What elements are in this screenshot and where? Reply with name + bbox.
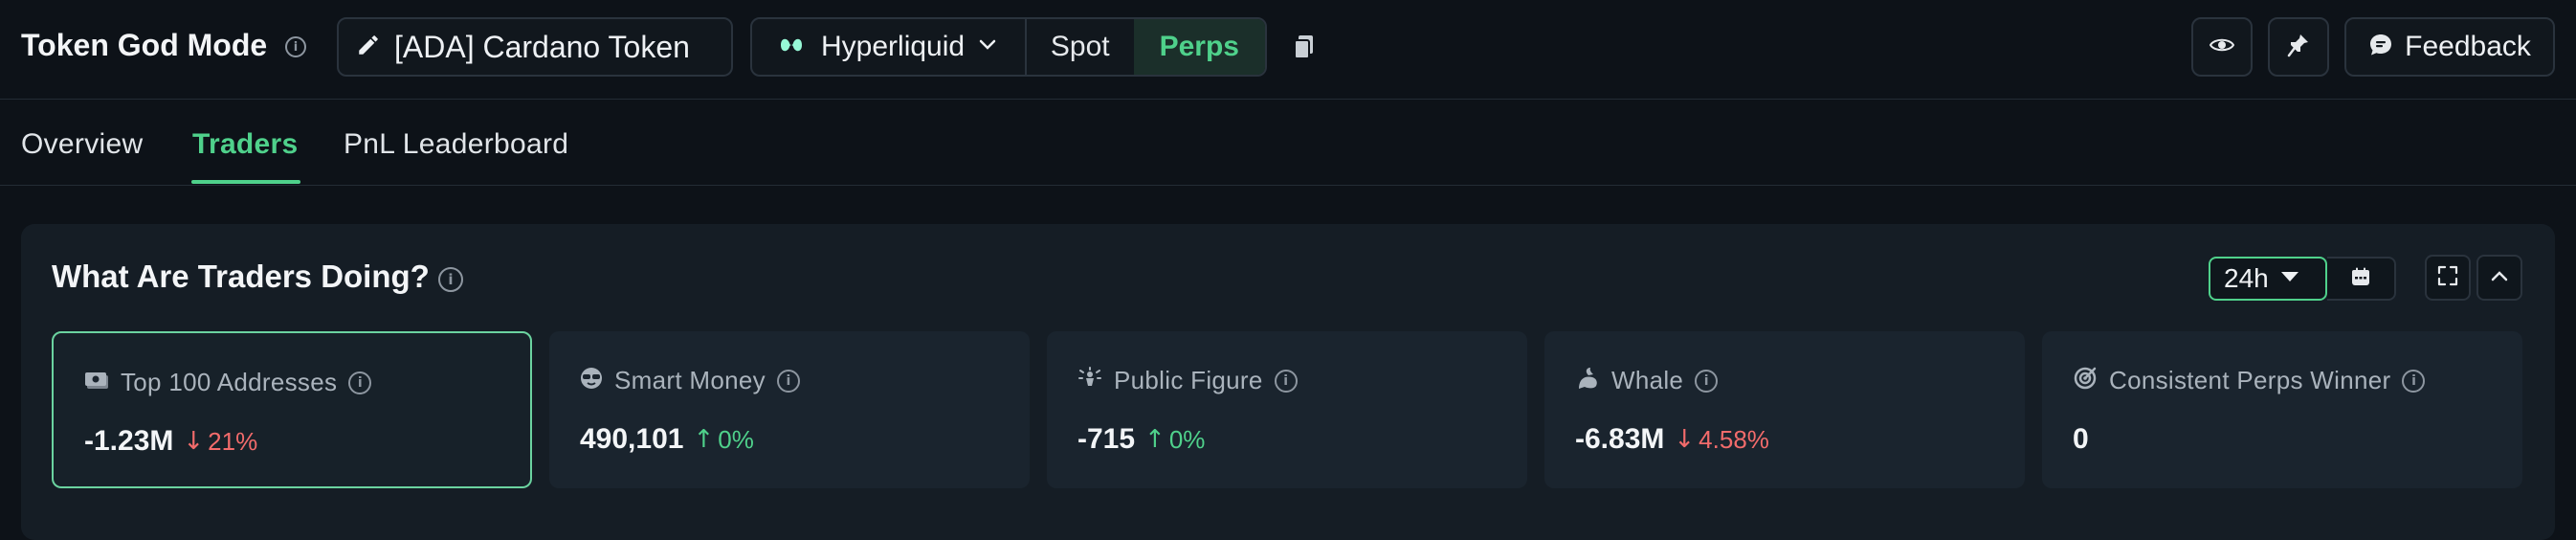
copy-icon[interactable] xyxy=(1292,33,1317,66)
card-label: Top 100 Addresses xyxy=(121,368,338,396)
tab-traders[interactable]: Traders xyxy=(192,128,299,161)
chevron-up-icon xyxy=(2490,269,2509,287)
market-spot-tab[interactable]: Spot xyxy=(1027,19,1134,75)
card-value: -1.23M xyxy=(84,425,174,457)
tab-bar: Overview Traders PnL Leaderboard xyxy=(0,100,2576,186)
tab-pnl-leaderboard[interactable]: PnL Leaderboard xyxy=(344,128,568,161)
spotlight-icon xyxy=(1077,367,1102,394)
chevron-down-icon xyxy=(978,38,997,56)
pin-button[interactable] xyxy=(2268,17,2329,77)
arrow-up-icon: ↑ xyxy=(1144,425,1166,454)
chain-selector[interactable]: Hyperliquid xyxy=(752,19,1027,75)
change-value: 4.58% xyxy=(1699,424,1769,454)
token-name: [ADA] Cardano Token xyxy=(394,29,690,64)
card-value: -6.83M xyxy=(1575,423,1665,455)
change-value: 0% xyxy=(718,424,754,454)
target-icon xyxy=(2073,366,2098,395)
page-title: Token God Mode xyxy=(21,28,268,62)
change-indicator: ↓ 4.58% xyxy=(1674,425,1769,455)
pin-icon xyxy=(2287,33,2310,62)
whale-icon xyxy=(1575,366,1600,395)
sunglasses-icon xyxy=(580,367,603,394)
info-icon[interactable]: i xyxy=(348,371,372,394)
feedback-button[interactable]: Feedback xyxy=(2344,17,2555,77)
caret-down-icon xyxy=(2280,270,2299,287)
chat-bubble-icon xyxy=(2368,33,2393,62)
info-icon[interactable]: i xyxy=(438,267,463,292)
hyperliquid-logo-icon xyxy=(779,34,804,60)
arrow-down-icon: ↓ xyxy=(1674,425,1696,454)
info-icon[interactable]: i xyxy=(1274,369,1298,393)
chain-name: Hyperliquid xyxy=(821,31,966,62)
panel-title: What Are Traders Doing? xyxy=(52,259,430,294)
change-indicator: ↓ 21% xyxy=(183,427,257,457)
change-value: 0% xyxy=(1168,424,1206,454)
trader-card-consistent-perps-winner[interactable]: Consistent Perps Winner i 0 xyxy=(2042,331,2522,488)
token-selector-button[interactable]: [ADA] Cardano Token xyxy=(337,17,733,77)
card-value: 0 xyxy=(2073,423,2089,455)
info-icon[interactable]: i xyxy=(1695,369,1719,393)
trader-card-top-100[interactable]: Top 100 Addresses i -1.23M ↓ 21% xyxy=(52,331,532,488)
top-bar: Token God Mode i [ADA] Cardano Token Hyp… xyxy=(0,0,2576,100)
calendar-icon xyxy=(2351,267,2370,291)
change-indicator: ↑ 0% xyxy=(1144,425,1205,455)
trader-card-smart-money[interactable]: Smart Money i 490,101 ↑ 0% xyxy=(549,331,1030,488)
collapse-button[interactable] xyxy=(2476,255,2522,301)
watch-button[interactable] xyxy=(2191,17,2253,77)
market-perps-tab[interactable]: Perps xyxy=(1133,19,1265,75)
time-range-value: 24h xyxy=(2224,263,2269,293)
card-label: Public Figure xyxy=(1114,366,1263,394)
traders-panel: What Are Traders Doing? i 24h Top 100 Ad… xyxy=(21,224,2555,540)
arrow-up-icon: ↑ xyxy=(693,425,715,454)
eye-icon xyxy=(2209,35,2235,59)
change-indicator: ↑ 0% xyxy=(693,425,753,455)
fullscreen-button[interactable] xyxy=(2425,255,2471,301)
info-icon[interactable]: i xyxy=(2402,369,2426,393)
time-range-selector[interactable]: 24h xyxy=(2209,257,2327,301)
info-icon[interactable]: i xyxy=(776,369,800,393)
chain-market-group: Hyperliquid Spot Perps xyxy=(750,17,1267,77)
money-icon xyxy=(84,371,109,394)
card-label: Consistent Perps Winner xyxy=(2109,366,2391,394)
pencil-icon xyxy=(356,33,381,62)
trader-card-whale[interactable]: Whale i -6.83M ↓ 4.58% xyxy=(1544,331,2025,488)
feedback-label: Feedback xyxy=(2405,31,2531,62)
card-value: 490,101 xyxy=(580,423,684,455)
change-value: 21% xyxy=(208,426,258,456)
info-icon[interactable]: i xyxy=(285,36,306,57)
active-tab-indicator xyxy=(191,180,300,184)
card-label: Smart Money xyxy=(614,366,766,394)
calendar-button[interactable] xyxy=(2327,257,2396,301)
trader-card-public-figure[interactable]: Public Figure i -715 ↑ 0% xyxy=(1047,331,1527,488)
expand-icon xyxy=(2437,265,2458,291)
card-label: Whale xyxy=(1611,366,1684,394)
card-value: -715 xyxy=(1077,423,1136,455)
arrow-down-icon: ↓ xyxy=(183,427,205,456)
tab-overview[interactable]: Overview xyxy=(21,128,143,161)
